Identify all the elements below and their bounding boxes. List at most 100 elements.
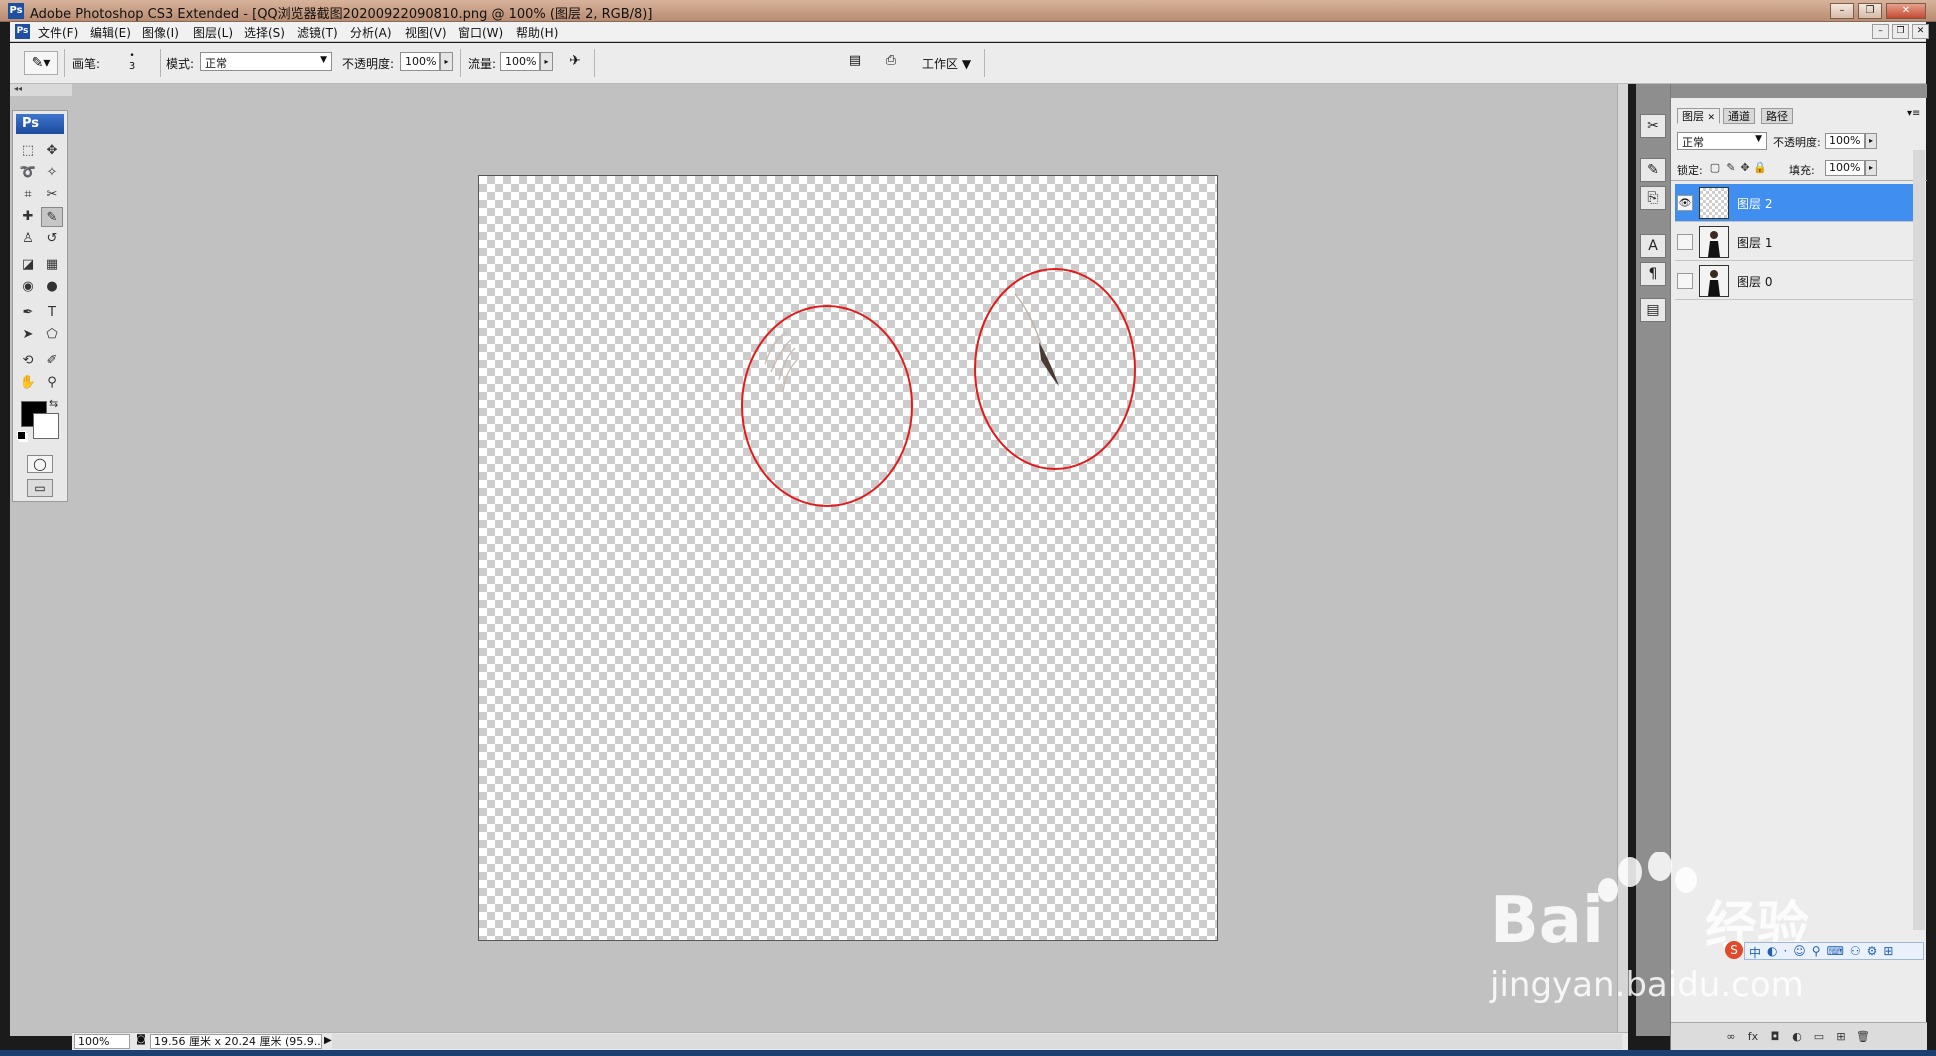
screen-mode-icon[interactable]: ▭: [27, 479, 53, 497]
pen-icon[interactable]: ✒: [17, 303, 39, 323]
paragraph-icon[interactable]: ¶: [1640, 262, 1666, 286]
path-select-icon[interactable]: ➤: [17, 325, 39, 345]
layer-thumbnail[interactable]: [1699, 187, 1729, 219]
healing-icon[interactable]: ✚: [17, 207, 39, 227]
shape-icon[interactable]: ⬠: [41, 325, 63, 345]
menu-select[interactable]: 选择(S): [244, 24, 285, 41]
ime-toolbar[interactable]: S 中 ◐·☺⚲⌨⚇⚙⊞: [1725, 941, 1924, 961]
palette-well-button[interactable]: ▤: [846, 53, 864, 71]
restore-button[interactable]: ❐: [1858, 3, 1882, 19]
tools-preset-icon[interactable]: ✂: [1640, 114, 1666, 138]
tool-preset-picker[interactable]: ✎▾: [24, 51, 58, 75]
background-color-swatch[interactable]: [33, 413, 59, 439]
brush-picker[interactable]: • 3: [110, 51, 154, 77]
history-brush-icon[interactable]: ↺: [41, 229, 63, 249]
move-icon[interactable]: ✥: [41, 141, 63, 161]
lasso-icon[interactable]: ➰: [17, 163, 39, 183]
airbrush-toggle[interactable]: ✈: [564, 53, 586, 73]
layer-row[interactable]: 图层 0: [1675, 262, 1913, 300]
minimize-button[interactable]: –: [1830, 3, 1854, 19]
document-icon[interactable]: Ps: [15, 24, 30, 39]
blend-mode-select[interactable]: 正常 ▼: [1677, 132, 1767, 150]
eraser-icon[interactable]: ◪: [17, 255, 39, 275]
layer-row[interactable]: 图层 1: [1675, 223, 1913, 261]
visibility-eye-icon[interactable]: [1677, 273, 1693, 289]
layer-comps-icon[interactable]: ▤: [1640, 298, 1666, 322]
brush-preset-icon[interactable]: ✎: [1640, 158, 1666, 182]
adjustment-icon[interactable]: ◐: [1789, 1029, 1805, 1045]
delete-icon[interactable]: 🗑: [1855, 1029, 1871, 1045]
clone-source-icon[interactable]: ⎘: [1640, 186, 1666, 210]
ime-mode-label[interactable]: 中: [1749, 944, 1761, 961]
menu-image[interactable]: 图像(I): [142, 24, 179, 41]
flow-slider-button[interactable]: ▸: [540, 52, 553, 71]
link-icon[interactable]: ∞: [1723, 1029, 1739, 1045]
fill-input[interactable]: 100%: [1825, 160, 1865, 176]
marquee-icon[interactable]: ⬚: [17, 141, 39, 161]
ime-tool-icons[interactable]: ◐·☺⚲⌨⚇⚙⊞: [1767, 944, 1899, 958]
blur-icon[interactable]: ◉: [17, 277, 39, 297]
menu-help[interactable]: 帮助(H): [516, 24, 558, 41]
panel-collapse-bar[interactable]: [1671, 84, 1927, 98]
menu-filter[interactable]: 滤镜(T): [297, 24, 338, 41]
fill-slider-button[interactable]: ▸: [1865, 160, 1877, 176]
menu-view[interactable]: 视图(V): [405, 24, 447, 41]
workspace-menu[interactable]: 工作区 ▼: [922, 55, 971, 72]
flow-input[interactable]: 100%: [500, 52, 540, 71]
menu-window[interactable]: 窗口(W): [458, 24, 503, 41]
lock-all-icon[interactable]: 🔒: [1753, 162, 1767, 174]
toolbox-logo[interactable]: Ps: [16, 114, 64, 134]
status-arrow-icon[interactable]: ▶: [324, 1035, 332, 1046]
dodge-icon[interactable]: ●: [41, 277, 63, 297]
tab-layers[interactable]: 图层 ✕: [1677, 108, 1721, 124]
hand-icon[interactable]: ✋: [17, 373, 39, 393]
slice-icon[interactable]: ✂: [41, 185, 63, 205]
magic-wand-icon[interactable]: ✧: [41, 163, 63, 183]
panel-menu-icon[interactable]: ▾≡: [1907, 108, 1920, 119]
brush-icon[interactable]: ✎: [41, 207, 63, 227]
lock-transparency-icon[interactable]: ▢: [1709, 162, 1721, 174]
ime-logo-icon[interactable]: S: [1725, 941, 1743, 959]
group-icon[interactable]: ▭: [1811, 1029, 1827, 1045]
quick-mask-icon[interactable]: ◯: [27, 455, 53, 473]
tab-close-icon[interactable]: ✕: [1708, 113, 1716, 123]
menu-analysis[interactable]: 分析(A): [350, 24, 392, 41]
menu-file[interactable]: 文件(F): [38, 24, 78, 41]
default-colors-icon[interactable]: [17, 431, 26, 440]
mode-select[interactable]: 正常 ▼: [200, 52, 332, 71]
opacity-input[interactable]: 100%: [400, 52, 440, 71]
document-canvas[interactable]: [478, 175, 1218, 941]
swap-colors-icon[interactable]: ⇆: [49, 397, 58, 410]
crop-icon[interactable]: ⌗: [17, 185, 39, 205]
lock-position-icon[interactable]: ✥: [1739, 162, 1751, 174]
layer-row[interactable]: 👁 图层 2: [1675, 184, 1913, 222]
stamp-icon[interactable]: ♙: [17, 229, 39, 249]
doc-minimize-button[interactable]: –: [1872, 24, 1889, 39]
mask-icon[interactable]: ◘: [1767, 1029, 1783, 1045]
zoom-level-field[interactable]: 100%: [74, 1034, 130, 1049]
layer-thumbnail[interactable]: [1699, 265, 1729, 297]
tab-channels[interactable]: 通道: [1723, 108, 1755, 124]
doc-restore-button[interactable]: ❐: [1892, 24, 1909, 39]
horizontal-scrollbar[interactable]: [332, 1034, 1622, 1049]
menu-layer[interactable]: 图层(L): [193, 24, 233, 41]
gradient-icon[interactable]: ▦: [41, 255, 63, 275]
opacity-slider-button[interactable]: ▸: [440, 52, 453, 71]
eyedropper-icon[interactable]: ✐: [41, 351, 63, 371]
3d-rotate-icon[interactable]: ⟲: [17, 351, 39, 371]
layers-scrollbar[interactable]: [1913, 150, 1925, 930]
lock-image-icon[interactable]: ✎: [1725, 162, 1737, 174]
layer-opacity-input[interactable]: 100%: [1825, 133, 1865, 149]
new-layer-icon[interactable]: ⊞: [1833, 1029, 1849, 1045]
zoom-icon[interactable]: ⚲: [41, 373, 63, 393]
bridge-button[interactable]: ⎙: [880, 53, 902, 71]
doc-close-button[interactable]: ✕: [1912, 24, 1929, 39]
layer-thumbnail[interactable]: [1699, 226, 1729, 258]
tab-paths[interactable]: 路径: [1761, 108, 1793, 124]
visibility-eye-icon[interactable]: 👁: [1677, 195, 1693, 211]
visibility-eye-icon[interactable]: [1677, 234, 1693, 250]
close-button[interactable]: ✕: [1886, 3, 1926, 19]
menu-edit[interactable]: 编辑(E): [90, 24, 131, 41]
character-icon[interactable]: A: [1640, 234, 1666, 258]
type-icon[interactable]: T: [41, 303, 63, 323]
